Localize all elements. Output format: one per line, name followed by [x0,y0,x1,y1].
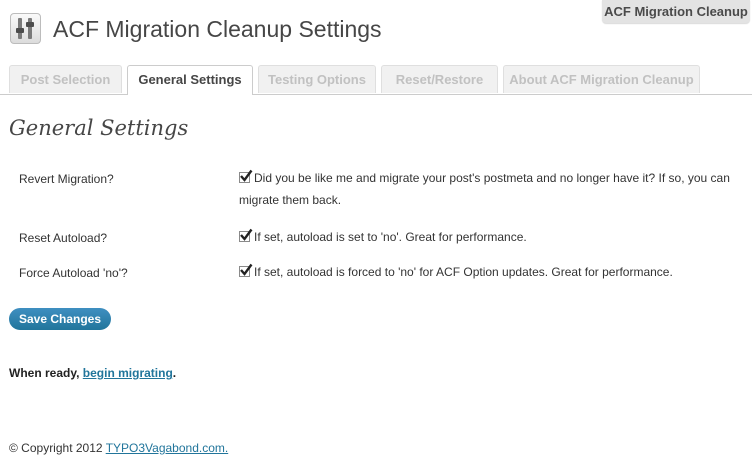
section-title: General Settings [9,116,189,140]
tab-about[interactable]: About ACF Migration Cleanup [503,65,700,93]
checkmark-icon [240,263,253,276]
ready-prefix: When ready, [9,366,83,380]
reset-autoload-label: Reset Autoload? [19,231,108,245]
force-autoload-checkbox[interactable] [239,263,253,277]
tab-post-selection[interactable]: Post Selection [9,65,122,93]
reset-autoload-description: If set, autoload is set to 'no'. Great f… [254,230,527,244]
force-autoload-field: If set, autoload is forced to 'no' for A… [239,261,744,283]
reset-autoload-checkbox[interactable] [239,228,253,242]
begin-migrating-link[interactable]: begin migrating [83,366,173,380]
checkmark-icon [240,228,253,241]
ready-suffix: . [172,366,177,380]
reset-autoload-field: If set, autoload is set to 'no'. Great f… [239,226,744,248]
tab-reset-restore[interactable]: Reset/Restore [381,65,498,93]
force-autoload-description: If set, autoload is forced to 'no' for A… [254,265,673,279]
revert-migration-field: Did you be like me and migrate your post… [239,167,744,211]
ready-message: When ready, begin migrating. [9,366,176,380]
tab-general-settings[interactable]: General Settings [127,65,253,95]
revert-migration-label: Revert Migration? [19,172,114,186]
force-autoload-label: Force Autoload 'no'? [19,266,128,280]
page-title: ACF Migration Cleanup Settings [53,16,382,42]
tab-testing-options[interactable]: Testing Options [258,65,376,93]
screen-options-tab[interactable]: ACF Migration Cleanup [602,0,750,23]
revert-migration-checkbox[interactable] [239,169,253,183]
save-changes-button[interactable]: Save Changes [9,308,111,330]
copyright-text: © Copyright 2012 [9,441,106,455]
author-site-link[interactable]: TYPO3Vagabond.com. [106,441,229,455]
settings-sliders-icon [10,13,41,44]
revert-migration-description: Did you be like me and migrate your post… [239,171,730,207]
checkmark-icon [240,169,253,182]
footer-copyright: © Copyright 2012 TYPO3Vagabond.com. [9,441,228,455]
settings-tabs: Post Selection General Settings Testing … [0,65,752,95]
